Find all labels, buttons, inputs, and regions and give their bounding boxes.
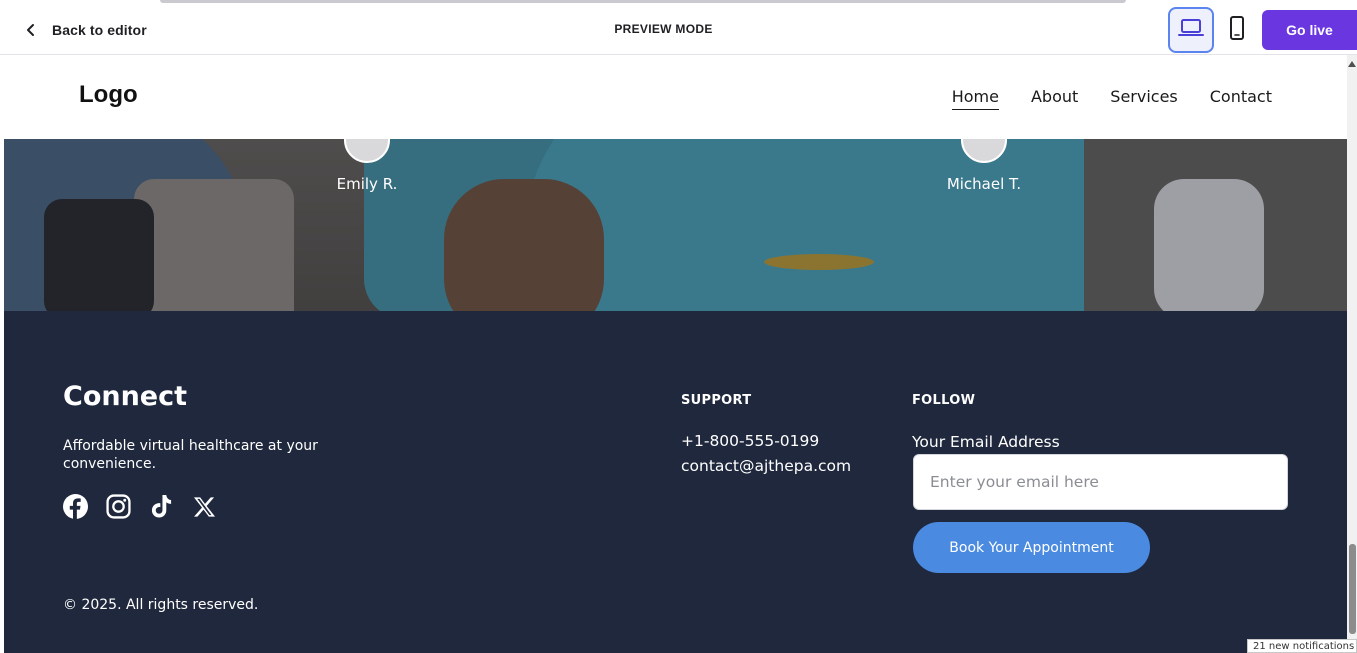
testimonials-background-photo: Emily R. Michael T. [4, 139, 1347, 311]
site-nav: Home About Services Contact [951, 87, 1272, 110]
nav-services-link[interactable]: Services [1110, 87, 1177, 110]
horizontal-scroll-indicator[interactable] [160, 0, 1126, 3]
site-preview-frame: Logo Home About Services Contact Emily R… [4, 55, 1347, 653]
site-header: Logo Home About Services Contact [4, 55, 1347, 139]
editor-toolbar: Back to editor PREVIEW MODE Go live [0, 0, 1357, 55]
x-icon[interactable] [192, 494, 217, 519]
desktop-view-button[interactable] [1168, 7, 1214, 53]
site-footer: Connect Affordable virtual healthcare at… [4, 311, 1347, 653]
facebook-icon[interactable] [63, 494, 88, 519]
nav-contact-link[interactable]: Contact [1210, 87, 1272, 110]
site-logo[interactable]: Logo [79, 81, 138, 109]
support-phone-link[interactable]: +1-800-555-0199 [681, 432, 819, 450]
support-heading: SUPPORT [681, 393, 752, 408]
reviewer-name: Michael T. [946, 175, 1022, 193]
instagram-icon[interactable] [106, 494, 131, 519]
nav-about-link[interactable]: About [1031, 87, 1078, 110]
vertical-scrollbar[interactable] [1347, 55, 1357, 653]
preview-mode-title: PREVIEW MODE [614, 22, 713, 36]
footer-tagline: Affordable virtual healthcare at your co… [63, 438, 318, 472]
scrollbar-thumb[interactable] [1349, 544, 1356, 634]
book-appointment-button[interactable]: Book Your Appointment [913, 522, 1150, 573]
tiktok-icon[interactable] [149, 494, 174, 519]
footer-title: Connect [63, 381, 188, 412]
email-field[interactable] [913, 454, 1288, 510]
social-links [63, 494, 217, 519]
scroll-up-arrow-icon[interactable] [1348, 61, 1356, 67]
support-email-link[interactable]: contact@ajthepa.com [681, 457, 851, 475]
notification-toast[interactable]: 21 new notifications [1247, 639, 1357, 653]
nav-home-link[interactable]: Home [951, 87, 999, 110]
desktop-icon [1178, 18, 1204, 43]
go-live-button[interactable]: Go live [1262, 10, 1357, 50]
email-field-label: Your Email Address [912, 433, 1060, 451]
mobile-view-button[interactable] [1214, 7, 1260, 53]
mobile-icon [1229, 15, 1245, 45]
reviewer-name: Emily R. [336, 175, 398, 193]
follow-heading: FOLLOW [912, 393, 976, 408]
copyright-text: © 2025. All rights reserved. [63, 597, 259, 613]
